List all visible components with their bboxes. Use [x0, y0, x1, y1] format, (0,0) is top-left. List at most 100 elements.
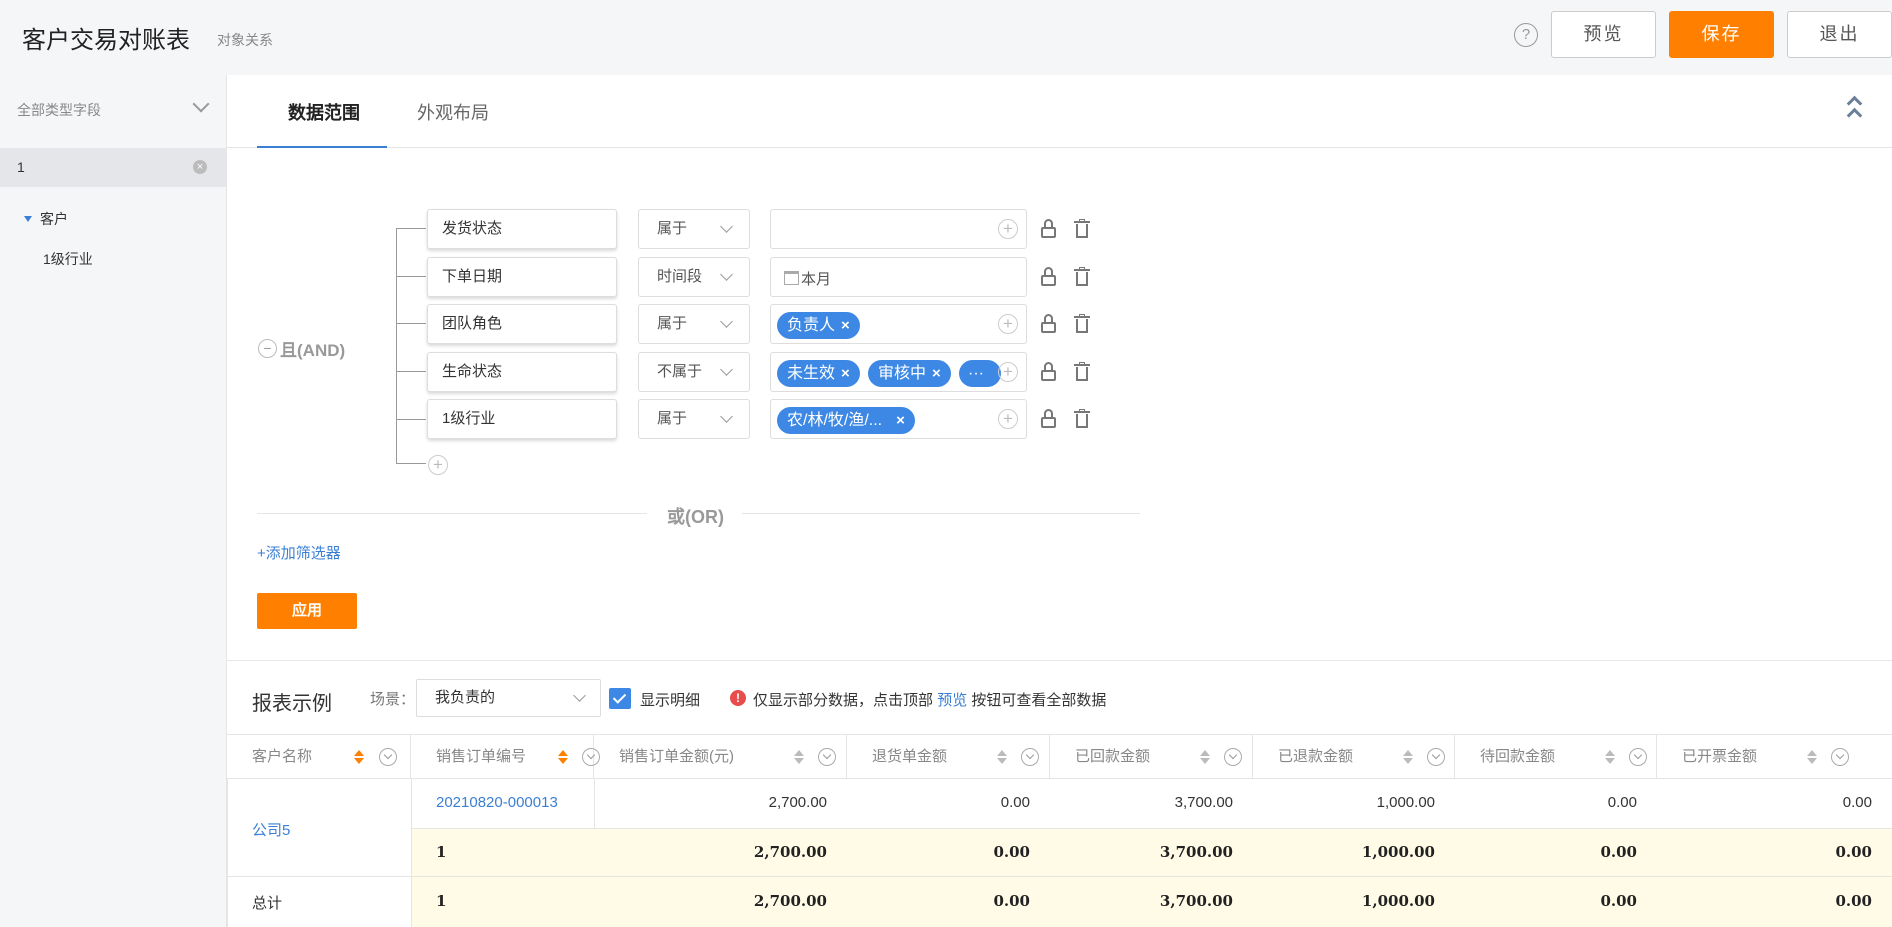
- trash-icon[interactable]: [1074, 219, 1090, 239]
- value-tag[interactable]: 负责人 ×: [777, 312, 860, 339]
- column-header[interactable]: 已开票金额: [1657, 735, 1892, 779]
- save-button[interactable]: 保存: [1669, 11, 1774, 58]
- chevron-down-icon: [720, 268, 733, 281]
- remove-tag-icon[interactable]: ×: [896, 412, 905, 429]
- column-header[interactable]: 已回款金额: [1050, 735, 1253, 779]
- condition-value-5[interactable]: 农/林/牧/渔/... × +: [770, 399, 1027, 439]
- table-cell: 0.00: [1607, 794, 1637, 811]
- condition-value-4[interactable]: 未生效 × 审核中 × ··· +: [770, 352, 1027, 392]
- column-label: 客户名称: [252, 748, 313, 765]
- trash-icon[interactable]: [1074, 362, 1090, 382]
- tree-node-customer[interactable]: 客户: [24, 209, 68, 229]
- show-detail-checkbox[interactable]: [609, 688, 631, 709]
- column-header[interactable]: 客户名称: [227, 735, 411, 779]
- condition-value-1[interactable]: +: [770, 209, 1027, 249]
- sort-icon[interactable]: [1200, 750, 1210, 764]
- table-cell: 2,700.00: [768, 794, 827, 811]
- help-icon[interactable]: ?: [1514, 23, 1538, 47]
- scene-label: 场景：: [370, 691, 416, 708]
- preview-link[interactable]: 预览: [937, 692, 967, 709]
- value-tag[interactable]: 未生效 ×: [777, 360, 860, 387]
- condition-operator-1[interactable]: 属于: [638, 209, 750, 249]
- subtotal-cell: 3,700.00: [1159, 843, 1233, 861]
- unlock-icon[interactable]: [1041, 219, 1056, 239]
- caret-down-icon[interactable]: [24, 216, 32, 222]
- sort-icon[interactable]: [1807, 750, 1817, 764]
- column-menu-icon[interactable]: [379, 748, 397, 766]
- column-header[interactable]: 销售订单编号: [411, 735, 600, 779]
- add-value-icon[interactable]: +: [998, 219, 1018, 239]
- scene-select[interactable]: 我负责的: [416, 679, 601, 717]
- remove-tag-icon[interactable]: ×: [932, 365, 941, 382]
- column-menu-icon[interactable]: [818, 748, 836, 766]
- value-tag[interactable]: 农/林/牧/渔/... ×: [777, 407, 915, 434]
- condition-operator-4[interactable]: 不属于: [638, 352, 750, 392]
- unlock-icon[interactable]: [1041, 362, 1056, 382]
- tab-appearance[interactable]: 外观布局: [417, 99, 489, 125]
- exit-button[interactable]: 退出: [1787, 11, 1892, 58]
- add-filter-link[interactable]: +添加筛选器: [257, 542, 341, 563]
- collapse-group-icon[interactable]: −: [258, 339, 277, 358]
- condition-field-3[interactable]: 团队角色: [427, 304, 617, 344]
- condition-operator-5[interactable]: 属于: [638, 399, 750, 439]
- condition-value-2[interactable]: 本月: [770, 257, 1027, 297]
- column-header[interactable]: 销售订单金额(元): [594, 735, 847, 779]
- add-value-icon[interactable]: +: [998, 314, 1018, 334]
- customer-name-link[interactable]: 公司5: [252, 819, 290, 840]
- more-tags-badge[interactable]: ···: [959, 360, 1001, 387]
- unlock-icon[interactable]: [1041, 409, 1056, 429]
- column-menu-icon[interactable]: [1224, 748, 1242, 766]
- condition-operator-2[interactable]: 时间段: [638, 257, 750, 297]
- top-header: 客户交易对账表 对象关系 ? 预览 保存 退出: [0, 0, 1892, 75]
- total-cell: 1,000.00: [1361, 892, 1435, 910]
- column-header[interactable]: 待回款金额: [1455, 735, 1657, 779]
- preview-button[interactable]: 预览: [1551, 11, 1656, 58]
- trash-icon[interactable]: [1074, 314, 1090, 334]
- condition-field-4[interactable]: 生命状态: [427, 352, 617, 392]
- sort-icon[interactable]: [354, 750, 364, 764]
- column-label: 销售订单编号: [436, 748, 527, 765]
- sort-icon[interactable]: [794, 750, 804, 764]
- table-cell: 0.00: [1842, 794, 1872, 811]
- table-cell: 1,000.00: [1376, 794, 1435, 811]
- column-menu-icon[interactable]: [1629, 748, 1647, 766]
- condition-operator-3[interactable]: 属于: [638, 304, 750, 344]
- trash-icon[interactable]: [1074, 267, 1090, 287]
- column-header[interactable]: 退货单金额: [847, 735, 1050, 779]
- column-header[interactable]: 已退款金额: [1253, 735, 1455, 779]
- value-tag[interactable]: 审核中 ×: [868, 360, 951, 387]
- column-label: 待回款金额: [1480, 748, 1556, 765]
- field-type-select[interactable]: 全部类型字段: [17, 95, 210, 120]
- row-divider: [411, 828, 1892, 829]
- condition-value-3[interactable]: 负责人 × +: [770, 304, 1027, 344]
- remove-tag-icon[interactable]: ×: [841, 317, 850, 334]
- condition-field-1[interactable]: 发货状态: [427, 209, 617, 249]
- collapse-up-icon[interactable]: [1846, 95, 1863, 124]
- column-menu-icon[interactable]: [1021, 748, 1039, 766]
- apply-button[interactable]: 应用: [257, 593, 357, 629]
- field-type-select-value: 全部类型字段: [17, 102, 101, 118]
- field-search-input[interactable]: 1 ×: [0, 148, 227, 187]
- column-menu-icon[interactable]: [1831, 748, 1849, 766]
- tree-node-industry[interactable]: 1级行业: [43, 249, 93, 269]
- column-menu-icon[interactable]: [1427, 748, 1445, 766]
- remove-tag-icon[interactable]: ×: [841, 365, 850, 382]
- order-number-link[interactable]: 20210820-000013: [436, 794, 558, 811]
- clear-icon[interactable]: ×: [193, 160, 207, 174]
- condition-field-5[interactable]: 1级行业: [427, 399, 617, 439]
- add-value-icon[interactable]: +: [998, 409, 1018, 429]
- add-value-icon[interactable]: +: [998, 362, 1018, 382]
- bracket-tick: [396, 276, 426, 277]
- trash-icon[interactable]: [1074, 409, 1090, 429]
- sort-icon[interactable]: [997, 750, 1007, 764]
- sort-icon[interactable]: [1605, 750, 1615, 764]
- unlock-icon[interactable]: [1041, 314, 1056, 334]
- tag-label: 未生效: [787, 365, 836, 382]
- add-condition-icon[interactable]: +: [428, 455, 448, 475]
- condition-field-2[interactable]: 下单日期: [427, 257, 617, 297]
- sort-icon[interactable]: [558, 750, 568, 764]
- operator-value: 属于: [657, 220, 688, 237]
- unlock-icon[interactable]: [1041, 267, 1056, 287]
- tab-data-range[interactable]: 数据范围: [288, 99, 360, 125]
- sort-icon[interactable]: [1403, 750, 1413, 764]
